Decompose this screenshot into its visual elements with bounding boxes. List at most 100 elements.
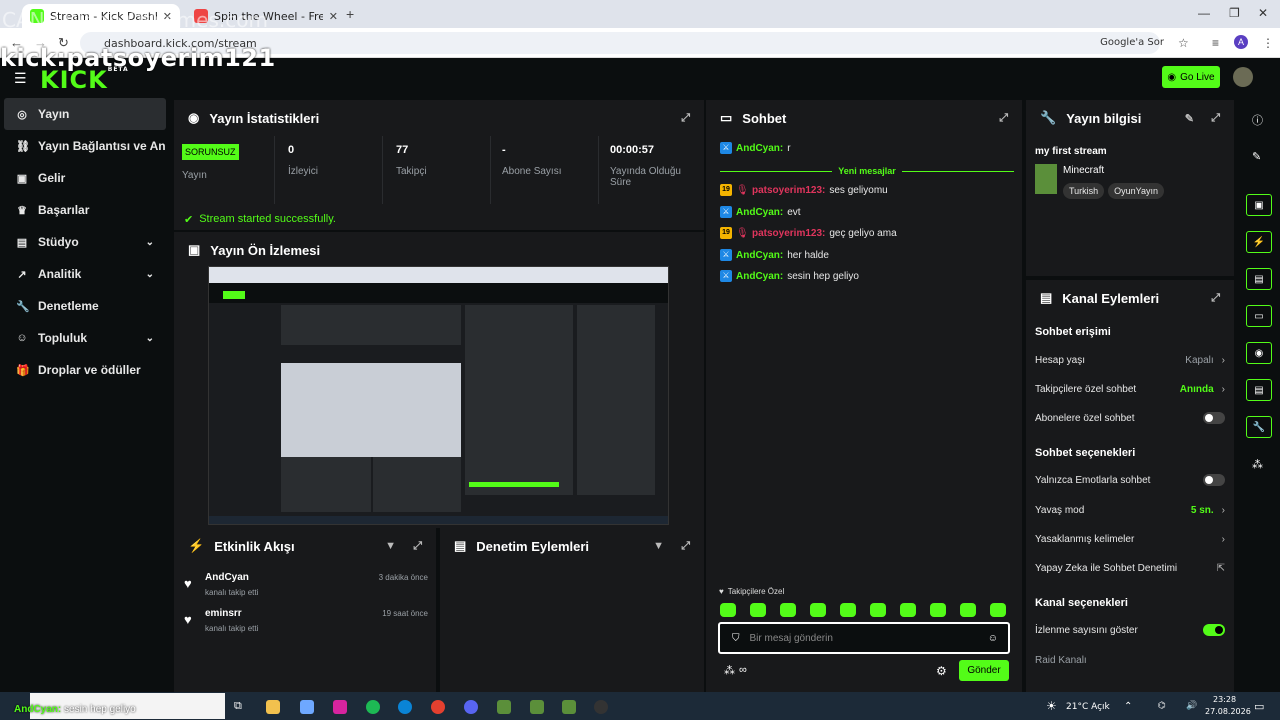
setting-account-age[interactable]: Hesap yaşı Kapalı › [1035, 352, 1225, 368]
widget-preview-button[interactable]: ▣ [1246, 194, 1272, 216]
chrome-icon[interactable] [431, 700, 445, 714]
google-ask-button[interactable]: Google'a Sor [1100, 37, 1164, 48]
window-close-icon[interactable]: ✕ [1258, 6, 1268, 20]
emote-1[interactable] [720, 603, 736, 617]
expand-icon[interactable]: ⤢ [1211, 292, 1220, 305]
stream-category[interactable]: Minecraft [1063, 165, 1104, 176]
setting-subs-chat[interactable]: Abonelere özel sohbet [1035, 410, 1225, 426]
sidebar-item-revenue[interactable]: ▣ Gelir [4, 162, 166, 194]
task-view-icon[interactable]: ⧉ [234, 700, 242, 713]
sidebar-item-analytics[interactable]: ↗ Analitik ⌄ [4, 258, 166, 290]
show-viewers-toggle[interactable] [1203, 624, 1225, 636]
browser-menu-icon[interactable]: ⋮ [1262, 36, 1274, 50]
activity-name[interactable]: eminsrr [205, 608, 242, 619]
close-tab-icon[interactable]: ✕ [329, 10, 338, 23]
setting-ai-moderation[interactable]: Yapay Zeka ile Sohbet Denetimi ⇱ [1035, 560, 1225, 576]
new-tab-icon[interactable]: + [346, 6, 354, 22]
chat-username[interactable]: AndCyan: [736, 271, 783, 282]
minimize-icon[interactable]: — [1198, 6, 1210, 20]
setting-followers-chat[interactable]: Takipçilere özel sohbet Anında › [1035, 381, 1225, 397]
sidebar-item-stream[interactable]: ◎ Yayın [4, 98, 166, 130]
widget-info-button[interactable]: 🔧 [1246, 416, 1272, 438]
minecraft-icon[interactable] [562, 700, 576, 714]
instagram-icon[interactable] [333, 700, 347, 714]
widget-channel-button[interactable]: ▤ [1246, 379, 1272, 401]
expand-icon[interactable]: ⤢ [681, 540, 690, 553]
chat-username[interactable]: patsoyerim123: [752, 228, 825, 239]
emote-6[interactable] [870, 603, 886, 617]
sidebar-item-community[interactable]: ☺ Topluluk ⌄ [4, 322, 166, 354]
minecraft-icon[interactable] [530, 700, 544, 714]
clock-time[interactable]: 23:28 [1213, 695, 1236, 704]
chat-settings-icon[interactable]: ⚙ [936, 664, 947, 678]
sidebar-item-drops[interactable]: 🎁 Droplar ve ödüller [4, 354, 166, 386]
setting-slow-mode[interactable]: Yavaş mod 5 sn. › [1035, 502, 1225, 518]
tag[interactable]: Turkish [1063, 183, 1105, 199]
setting-banned-words[interactable]: Yasaklanmış kelimeler › [1035, 531, 1225, 547]
weather-text[interactable]: 21°C Açık [1066, 702, 1110, 712]
emote-3[interactable] [780, 603, 796, 617]
store-icon[interactable] [300, 700, 314, 714]
file-explorer-icon[interactable] [266, 700, 280, 714]
subs-chat-toggle[interactable] [1203, 412, 1225, 424]
bookmark-star-icon[interactable]: ☆ [1178, 36, 1189, 50]
tray-chevron-icon[interactable]: ⌃ [1124, 701, 1132, 712]
emote-10[interactable] [990, 603, 1006, 617]
emote-2[interactable] [750, 603, 766, 617]
info-icon[interactable]: ⓘ [1252, 112, 1263, 128]
widget-moderation-button[interactable]: ▤ [1246, 268, 1272, 290]
volume-icon[interactable]: 🔊 [1186, 701, 1197, 711]
sidebar-item-label: Yayın Bağlantısı ve Anahtarı [38, 139, 166, 153]
expand-icon[interactable]: ⤢ [413, 540, 422, 553]
sidebar-item-stream-key[interactable]: ⛓ Yayın Bağlantısı ve Anahtarı [4, 130, 166, 162]
activity-name[interactable]: AndCyan [205, 572, 249, 583]
emote-only-toggle[interactable] [1203, 474, 1225, 486]
sidebar-item-studio[interactable]: ▤ Stüdyo ⌄ [4, 226, 166, 258]
emoji-icon[interactable]: ☺ [988, 633, 998, 644]
emote-5[interactable] [840, 603, 856, 617]
spotify-icon[interactable] [366, 700, 380, 714]
widget-stats-button[interactable]: ◉ [1246, 342, 1272, 364]
browser-profile-avatar[interactable]: A [1234, 35, 1248, 49]
send-button[interactable]: Gönder [959, 660, 1009, 681]
edit-icon[interactable]: ✎ [1252, 150, 1261, 163]
expand-icon[interactable]: ⤢ [1211, 112, 1220, 125]
notification-icon[interactable]: ▭ [1254, 700, 1264, 713]
chat-input[interactable]: ⛉ Bir mesaj gönderin ☺ [718, 622, 1010, 654]
clock-date[interactable]: 27.08.2026 [1205, 707, 1251, 716]
chat-username[interactable]: AndCyan: [736, 250, 783, 261]
emote-9[interactable] [960, 603, 976, 617]
chat-username[interactable]: patsoyerim123: [752, 185, 825, 196]
sidebar-item-moderation[interactable]: 🔧 Denetleme [4, 290, 166, 322]
chat-username[interactable]: AndCyan: [736, 143, 783, 154]
obs-icon[interactable] [594, 700, 608, 714]
expand-icon[interactable]: ⤢ [999, 112, 1008, 125]
setting-raid[interactable]: Raid Kanalı [1035, 652, 1225, 668]
menu-icon[interactable]: ☰ [14, 70, 27, 87]
emote-8[interactable] [930, 603, 946, 617]
go-live-button[interactable]: ◉ Go Live [1162, 66, 1220, 88]
user-avatar[interactable] [1233, 67, 1253, 87]
stream-preview-video[interactable] [208, 266, 669, 525]
restore-icon[interactable]: ❐ [1229, 6, 1240, 20]
tag[interactable]: OyunYayın [1108, 183, 1165, 199]
edit-icon[interactable]: ✎ [1185, 112, 1194, 125]
reading-list-icon[interactable]: ≡ [1212, 36, 1219, 50]
setting-emote-only[interactable]: Yalnızca Emotlarla sohbet [1035, 472, 1225, 488]
emote-4[interactable] [810, 603, 826, 617]
emote-7[interactable] [900, 603, 916, 617]
filter-icon[interactable]: ▼ [385, 540, 396, 552]
add-widget-icon[interactable]: ⁂ [1252, 458, 1263, 471]
widget-activity-button[interactable]: ⚡ [1246, 231, 1272, 253]
loop-control[interactable]: ⁂ ∞ [724, 664, 747, 677]
filter-icon[interactable]: ▼ [653, 540, 664, 552]
discord-icon[interactable] [464, 700, 478, 714]
widget-chat-button[interactable]: ▭ [1246, 305, 1272, 327]
edge-icon[interactable] [398, 700, 412, 714]
chat-username[interactable]: AndCyan: [736, 207, 783, 218]
sidebar-item-achievements[interactable]: ♛ Başarılar [4, 194, 166, 226]
setting-show-viewers[interactable]: İzlenme sayısını göster [1035, 622, 1225, 638]
expand-icon[interactable]: ⤢ [681, 112, 690, 125]
network-icon[interactable]: ⌬ [1158, 701, 1166, 711]
minecraft-icon[interactable] [497, 700, 511, 714]
